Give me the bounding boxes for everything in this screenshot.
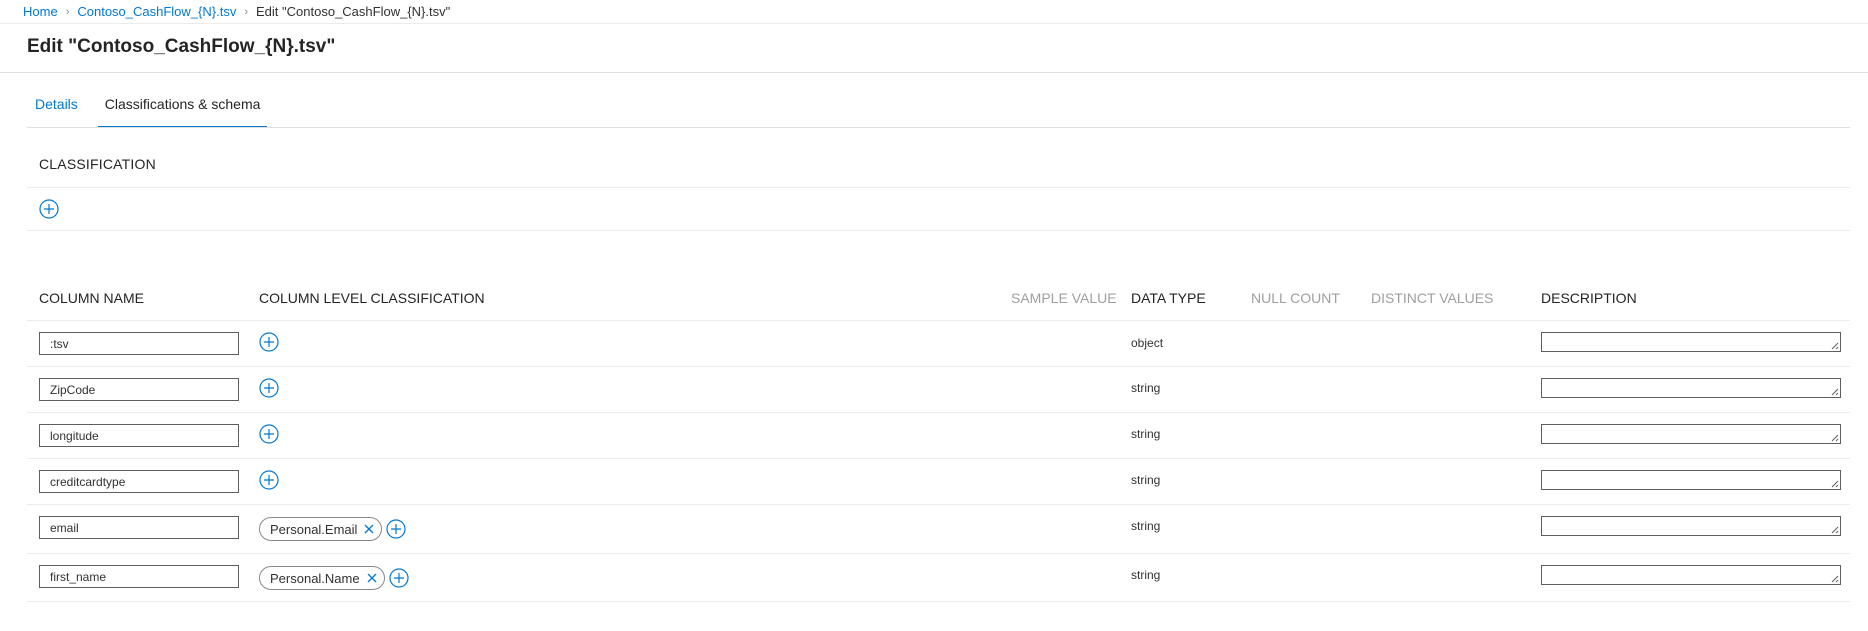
tab-details[interactable]: Details [28, 90, 85, 128]
table-row: string [27, 367, 1850, 413]
divider [27, 230, 1850, 231]
data-type-value: string [1131, 519, 1161, 533]
table-row: Personal.Name string [27, 554, 1850, 602]
data-type-value: object [1131, 336, 1164, 350]
header-column-name: COLUMN NAME [39, 290, 145, 306]
classification-label: CLASSIFICATION [39, 156, 156, 172]
table-row: Personal.Email string [27, 505, 1850, 554]
add-classification-icon[interactable] [259, 470, 279, 490]
resize-grip-icon[interactable] [1830, 433, 1839, 442]
column-classification-cell: Personal.Name [259, 566, 409, 590]
header-sample-value: SAMPLE VALUE [1011, 290, 1117, 306]
breadcrumb-current: Edit "Contoso_CashFlow_{N}.tsv" [256, 4, 451, 19]
add-classification-icon[interactable] [39, 199, 59, 219]
resize-grip-icon[interactable] [1830, 574, 1839, 583]
column-name-input[interactable] [39, 470, 239, 493]
description-textarea[interactable] [1541, 378, 1841, 398]
table-row: string [27, 459, 1850, 505]
column-name-input[interactable] [39, 332, 239, 355]
table-row: object [27, 321, 1850, 367]
page-title: Edit "Contoso_CashFlow_{N}.tsv" [27, 36, 336, 57]
column-classification-cell: Personal.Email [259, 517, 407, 541]
resize-grip-icon[interactable] [1830, 341, 1839, 350]
close-icon[interactable] [363, 523, 375, 535]
header-null-count: NULL COUNT [1251, 290, 1340, 306]
divider [27, 187, 1850, 188]
chevron-right-icon: › [244, 5, 249, 18]
description-textarea[interactable] [1541, 565, 1841, 585]
header-distinct-values: DISTINCT VALUES [1371, 290, 1494, 306]
breadcrumb-asset-link[interactable]: Contoso_CashFlow_{N}.tsv [77, 4, 236, 19]
data-type-value: string [1131, 381, 1161, 395]
title-divider [0, 72, 1868, 73]
description-textarea[interactable] [1541, 424, 1841, 444]
add-classification-icon[interactable] [259, 424, 279, 444]
header-column-level-classification: COLUMN LEVEL CLASSIFICATION [259, 290, 485, 306]
breadcrumb: Home › Contoso_CashFlow_{N}.tsv › Edit "… [0, 0, 1868, 24]
header-data-type: DATA TYPE [1131, 290, 1206, 306]
classification-tag-label: Personal.Name [270, 570, 360, 586]
column-classification-cell [259, 378, 279, 398]
column-classification-cell [259, 470, 279, 490]
chevron-right-icon: › [65, 5, 70, 18]
tab-bar: Details Classifications & schema [28, 90, 280, 128]
column-name-input[interactable] [39, 424, 239, 447]
add-classification-icon[interactable] [259, 332, 279, 352]
classification-tag: Personal.Name [259, 566, 385, 590]
resize-grip-icon[interactable] [1830, 479, 1839, 488]
data-type-value: string [1131, 473, 1161, 487]
add-classification-icon[interactable] [259, 378, 279, 398]
add-classification-icon[interactable] [386, 519, 407, 539]
description-textarea[interactable] [1541, 516, 1841, 536]
data-type-value: string [1131, 568, 1161, 582]
column-name-input[interactable] [39, 378, 239, 401]
data-type-value: string [1131, 427, 1161, 441]
column-classification-cell [259, 332, 279, 352]
breadcrumb-home-link[interactable]: Home [23, 4, 58, 19]
description-textarea[interactable] [1541, 470, 1841, 490]
tabs-divider [27, 127, 1850, 128]
description-textarea[interactable] [1541, 332, 1841, 352]
column-name-input[interactable] [39, 565, 239, 588]
tab-classifications-schema[interactable]: Classifications & schema [97, 90, 268, 128]
resize-grip-icon[interactable] [1830, 525, 1839, 534]
classification-tag-label: Personal.Email [270, 521, 358, 537]
close-icon[interactable] [366, 572, 378, 584]
column-name-input[interactable] [39, 516, 239, 539]
classification-tag: Personal.Email [259, 517, 383, 541]
add-classification-icon[interactable] [389, 568, 409, 588]
resize-grip-icon[interactable] [1830, 387, 1839, 396]
header-description: DESCRIPTION [1541, 290, 1637, 306]
column-classification-cell [259, 424, 279, 444]
table-row: string [27, 413, 1850, 459]
